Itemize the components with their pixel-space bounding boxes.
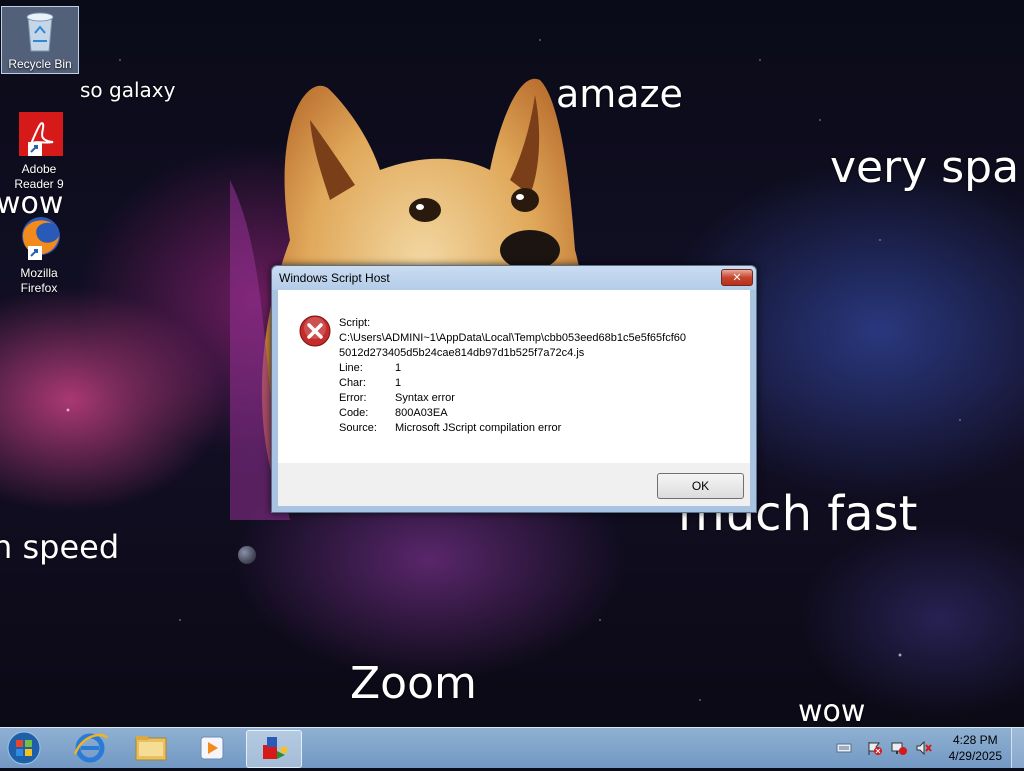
- dialog-footer: OK: [278, 463, 750, 506]
- script-host-dialog: Windows Script Host ✕ Script: C:\Users\A…: [271, 265, 757, 513]
- detail-row-code: Code: 800A03EA: [339, 406, 686, 421]
- close-icon: ✕: [732, 271, 742, 284]
- desktop-icon-adobe-reader[interactable]: Adobe Reader 9: [1, 110, 77, 192]
- volume-muted-icon[interactable]: [916, 741, 932, 755]
- ok-button[interactable]: OK: [657, 473, 744, 499]
- dialog-titlebar[interactable]: Windows Script Host ✕: [272, 266, 756, 290]
- detail-row-error: Error: Syntax error: [339, 391, 686, 406]
- wallpaper-text: wow: [798, 694, 866, 729]
- script-path-line: 5012d273405d5b24cae814db97d1b525f7a72c4.…: [339, 347, 585, 359]
- detail-value: 800A03EA: [395, 407, 448, 419]
- script-path-line: C:\Users\ADMINI~1\AppData\Local\Temp\cbb…: [339, 332, 687, 344]
- taskbar-file-explorer[interactable]: [124, 730, 178, 766]
- detail-key: Line:: [339, 362, 363, 374]
- taskbar-internet-explorer[interactable]: [63, 730, 117, 766]
- detail-key: Error:: [339, 392, 367, 404]
- internet-explorer-icon: [73, 733, 109, 763]
- taskbar-script-host[interactable]: [246, 730, 302, 768]
- close-button[interactable]: ✕: [721, 269, 753, 286]
- error-message: Script: C:\Users\ADMINI~1\AppData\Local\…: [339, 316, 686, 436]
- taskbar-media-player[interactable]: [185, 730, 239, 766]
- detail-value: 1: [395, 362, 402, 374]
- network-icon[interactable]: [891, 741, 907, 755]
- firefox-icon: [22, 217, 60, 260]
- desktop-icon-label: Adobe Reader 9: [14, 162, 64, 191]
- recycle-bin-icon: [26, 12, 54, 52]
- dialog-body: Script: C:\Users\ADMINI~1\AppData\Local\…: [278, 290, 750, 463]
- script-host-icon: [263, 737, 287, 759]
- desktop-icon-label: Recycle Bin: [8, 57, 72, 71]
- detail-key: Char:: [339, 377, 366, 389]
- wallpaper-text: very spa: [830, 142, 1020, 193]
- file-explorer-icon: [135, 736, 167, 761]
- desktop-icon-label: Mozilla Firefox: [20, 266, 58, 295]
- planet-decoration: [238, 546, 256, 564]
- detail-row-char: Char: 1: [339, 376, 686, 391]
- wallpaper-text: n speed: [0, 528, 120, 566]
- desktop-icon-recycle-bin[interactable]: Recycle Bin: [1, 6, 79, 74]
- dialog-title: Windows Script Host: [279, 271, 390, 285]
- desktop-icon-firefox[interactable]: Mozilla Firefox: [1, 214, 77, 296]
- error-icon: [299, 315, 331, 347]
- show-desktop-button[interactable]: [1011, 728, 1024, 768]
- taskbar: 4:28 PM 4/29/2025: [0, 727, 1024, 768]
- detail-row-line: Line: 1: [339, 361, 686, 376]
- detail-row-source: Source: Microsoft JScript compilation er…: [339, 421, 686, 436]
- detail-key: Source:: [339, 422, 377, 434]
- detail-value: 1: [395, 377, 402, 389]
- wallpaper-text: amaze: [556, 72, 683, 116]
- detail-value: Syntax error: [395, 392, 455, 404]
- clock-date: 4/29/2025: [948, 749, 1002, 763]
- wallpaper-text: Zoom: [350, 658, 477, 709]
- taskbar-clock[interactable]: 4:28 PM 4/29/2025: [949, 732, 1002, 764]
- adobe-reader-icon: [19, 112, 63, 156]
- clock-time: 4:28 PM: [952, 733, 998, 747]
- script-label: Script:: [339, 317, 371, 329]
- keyboard-icon[interactable]: [836, 741, 852, 755]
- detail-value: Microsoft JScript compilation error: [395, 422, 562, 434]
- media-player-icon: [200, 736, 224, 760]
- windows-start-icon[interactable]: [5, 730, 43, 766]
- detail-key: Code:: [339, 407, 369, 419]
- action-center-icon[interactable]: [866, 741, 882, 755]
- wallpaper-text: so galaxy: [80, 78, 176, 102]
